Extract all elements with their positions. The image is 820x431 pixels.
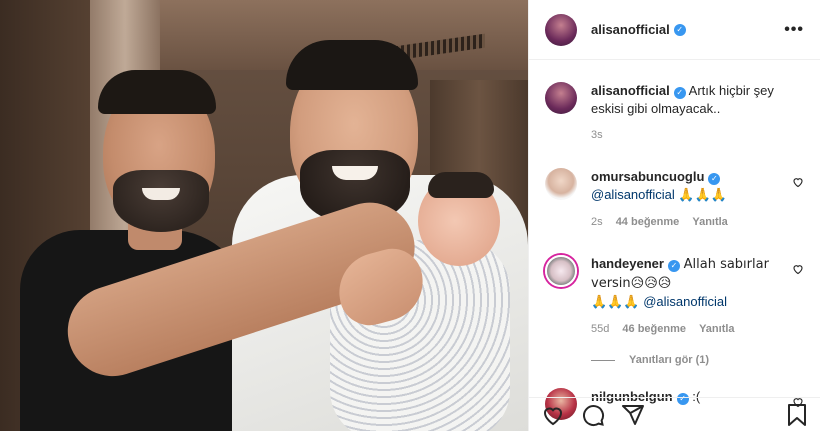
verified-badge-icon: ✓ [667, 260, 680, 272]
author-avatar[interactable] [545, 13, 577, 46]
reply-button[interactable]: Yanıtla [692, 216, 727, 228]
view-replies-label: Yanıtları gör (1) [629, 354, 710, 366]
caption-username[interactable]: alisanofficial [591, 83, 670, 98]
comment-time[interactable]: 2s [591, 216, 603, 228]
comment-item: handeyener ✓ Allah sabırlar versin😥😥😥 🙏🙏🙏… [545, 255, 804, 338]
comment-like-icon[interactable] [792, 263, 804, 278]
post-header: alisanofficial ✓ ••• [529, 0, 820, 60]
heart-icon[interactable] [541, 403, 565, 427]
post-caption: alisanofficial ✓ Artık hiçbir şey eskisi … [545, 82, 804, 144]
comment-like-icon[interactable] [792, 176, 804, 191]
comment-text: 🙏🙏🙏 [678, 188, 727, 203]
verified-badge-icon: ✓ [673, 87, 686, 99]
comments-thread: alisanofficial ✓ Artık hiçbir şey eskisi … [529, 82, 820, 420]
comment-likes[interactable]: 46 beğenme [622, 323, 686, 335]
divider [591, 359, 615, 361]
baby-hair [428, 172, 494, 198]
comment-likes[interactable]: 44 beğenme [616, 216, 680, 228]
person-right-smile [332, 166, 378, 180]
post-photo[interactable] [0, 0, 528, 431]
comment-time[interactable]: 55d [591, 323, 609, 335]
person-right-hair [286, 40, 418, 90]
comment-username[interactable]: handeyener [591, 256, 664, 271]
more-options-icon[interactable]: ••• [784, 21, 804, 39]
commenter-avatar[interactable] [545, 168, 577, 200]
comment-item: omursabuncuoglu ✓ @alisanofficial 🙏🙏🙏 2s … [545, 168, 804, 231]
action-bar [529, 397, 820, 431]
bookmark-icon[interactable] [786, 403, 808, 427]
person-left-smile [142, 188, 180, 200]
share-icon[interactable] [621, 403, 645, 427]
verified-badge-icon: ✓ [708, 173, 721, 185]
post-sidebar: alisanofficial ✓ ••• alisanofficial ✓ Art… [528, 0, 820, 431]
author-avatar[interactable] [545, 82, 577, 114]
person-left-beard [113, 170, 209, 232]
comment-icon[interactable] [581, 403, 605, 427]
comment-username[interactable]: omursabuncuoglu [591, 169, 704, 184]
author-username[interactable]: alisanofficial [591, 22, 670, 37]
caption-time[interactable]: 3s [591, 129, 603, 141]
reply-button[interactable]: Yanıtla [699, 323, 734, 335]
comment-mention[interactable]: @alisanofficial [591, 187, 675, 202]
comment-text-emoji: 🙏🙏🙏 [591, 295, 640, 310]
commenter-avatar[interactable] [545, 255, 577, 287]
person-left-hair [98, 70, 216, 114]
comment-mention[interactable]: @alisanofficial [643, 294, 727, 309]
view-replies-button[interactable]: Yanıtları gör (1) [591, 354, 804, 366]
verified-badge-icon: ✓ [673, 23, 686, 36]
